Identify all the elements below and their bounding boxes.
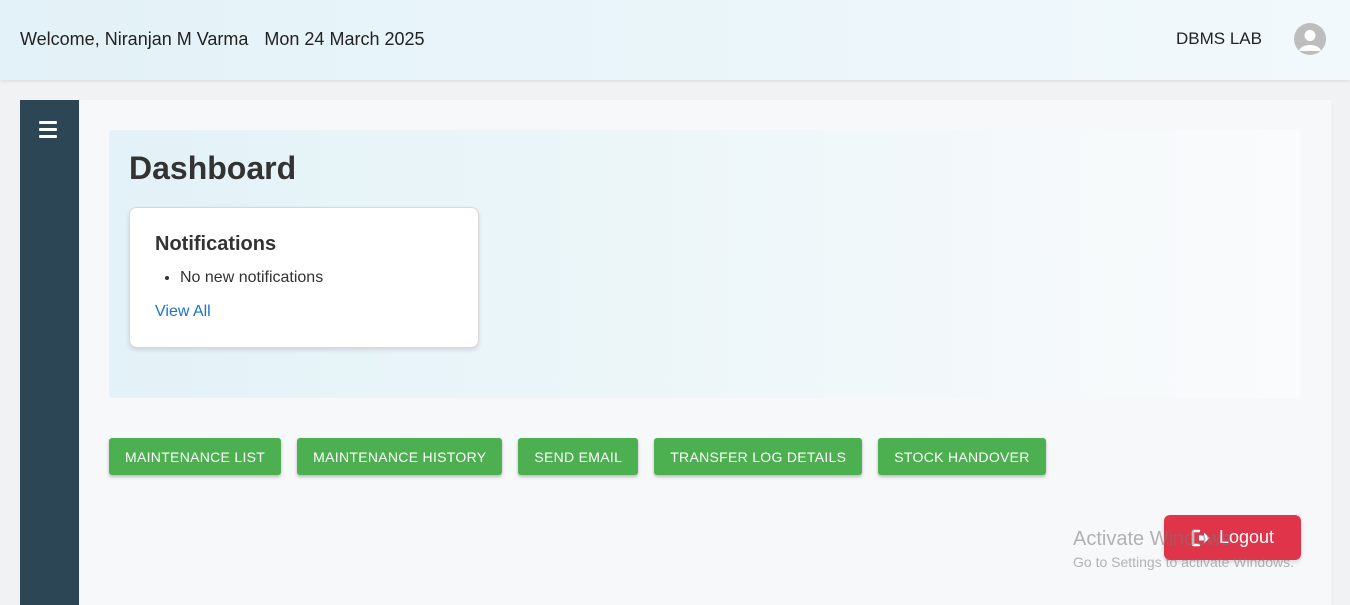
hamburger-menu-icon[interactable] — [39, 121, 59, 141]
transfer-log-details-button[interactable]: TRANSFER LOG DETAILS — [654, 438, 863, 475]
user-avatar-icon[interactable] — [1294, 23, 1326, 55]
welcome-text: Welcome, Niranjan M Varma — [20, 29, 249, 49]
maintenance-list-button[interactable]: MAINTENANCE LIST — [109, 438, 282, 475]
notifications-card: Notifications No new notifications View … — [129, 207, 479, 348]
top-header: Welcome, Niranjan M Varma Mon 24 March 20… — [0, 0, 1350, 80]
sidebar — [20, 100, 79, 605]
action-buttons: MAINTENANCE LIST MAINTENANCE HISTORY SEN… — [109, 438, 1046, 475]
dashboard-panel: Dashboard Notifications No new notificat… — [109, 130, 1301, 398]
main-content: Dashboard Notifications No new notificat… — [79, 100, 1331, 605]
maintenance-history-button[interactable]: MAINTENANCE HISTORY — [297, 438, 503, 475]
logout-label: Logout — [1218, 527, 1275, 547]
view-all-link[interactable]: View All — [155, 303, 211, 321]
welcome-bar: Welcome, Niranjan M Varma Mon 24 March 20… — [20, 29, 441, 50]
person-icon — [1299, 30, 1321, 51]
lab-name: DBMS LAB — [1176, 29, 1262, 48]
logout-icon — [1191, 529, 1210, 546]
send-email-button[interactable]: SEND EMAIL — [518, 438, 639, 475]
notification-item: No new notifications — [180, 269, 323, 287]
current-date: Mon 24 March 2025 — [264, 29, 425, 49]
stock-handover-button[interactable]: STOCK HANDOVER — [878, 438, 1046, 475]
page-title: Dashboard — [129, 150, 297, 186]
notifications-title: Notifications — [155, 233, 277, 255]
logout-button[interactable]: Logout — [1164, 515, 1301, 560]
notifications-list: No new notifications — [155, 269, 323, 287]
